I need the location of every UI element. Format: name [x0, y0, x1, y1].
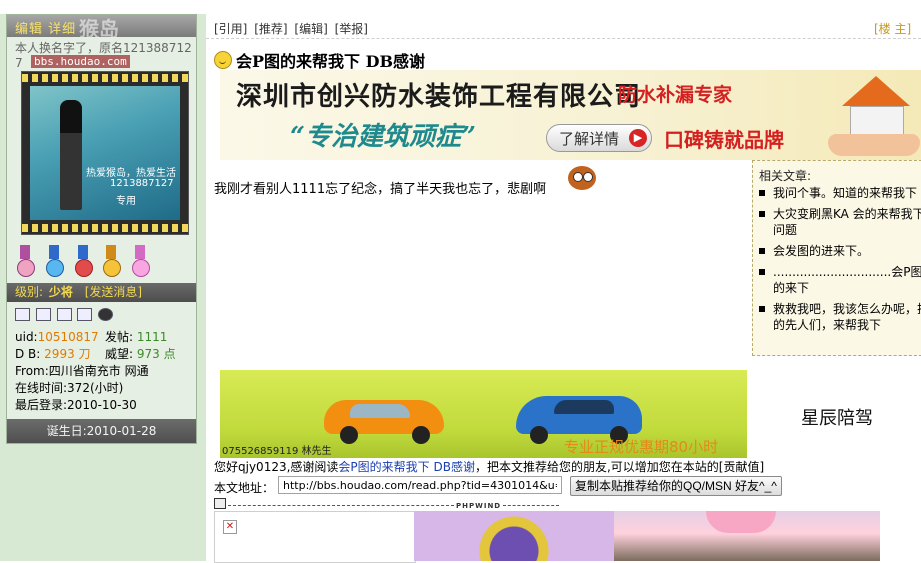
site-logo-watermark: 猴岛 — [79, 17, 119, 37]
signature-image-anime-2 — [614, 511, 880, 561]
medal-heart-icon[interactable] — [130, 245, 151, 277]
recommend-link[interactable]: [推荐] — [254, 22, 287, 36]
send-message-link[interactable]: [发送消息] — [85, 285, 142, 299]
site-watermark: bbs.houdao.com — [31, 55, 130, 68]
film-strip-decoration — [22, 224, 188, 232]
edit-link[interactable]: [编辑] — [294, 22, 327, 36]
online-time: 在线时间:372(小时) — [15, 381, 124, 395]
waterproofing-ad-banner[interactable]: 深圳市创兴防水装饰工程有限公司 防水补漏专家 “专治建筑顽症” 了解详情 ▶ 口碑… — [220, 70, 921, 160]
medal-blue-flower-icon[interactable] — [44, 245, 64, 277]
related-item[interactable]: 我问个事。知道的来帮我下 — [759, 185, 921, 201]
ad-promo: 专业正规优惠期80小时 — [564, 438, 719, 456]
qq-penguin-icon[interactable] — [98, 308, 114, 321]
smile-icon — [214, 51, 232, 69]
ad-contact: 075526859119 林先生 — [222, 446, 332, 457]
medal-list — [15, 245, 195, 279]
pencil-icon — [214, 498, 226, 509]
ad-brand-name: 星辰陪驾 — [801, 408, 873, 429]
share-message: 您好qjy0123,感谢阅读会P图的来帮我下 DB感谢，把本文推荐给您的朋友,可… — [214, 458, 764, 475]
user-stats: uid:10510817 发帖: 1111 D B: 2993 刀 威望: 97… — [15, 329, 195, 414]
share-prefix: 您好qjy0123,感谢阅读 — [214, 460, 339, 474]
last-login: 最后登录:2010-10-30 — [15, 398, 137, 412]
medal-bow-icon[interactable] — [15, 245, 35, 277]
ad-tagline: 防水补漏专家 — [618, 84, 733, 106]
house-in-hands-icon — [824, 72, 921, 158]
floor-label[interactable]: [楼 主] — [874, 20, 911, 37]
related-articles: 相关文章: 我问个事。知道的来帮我下 大灾变刷黑KA 会的来帮我下问题 会发图的… — [752, 160, 921, 356]
prestige-value: 973 点 — [136, 347, 176, 361]
post-title-text: 会P图的来帮我下 DB感谢 — [236, 52, 426, 71]
profile-card-icon[interactable] — [15, 308, 30, 321]
avatar-figure — [60, 100, 82, 210]
avatar-caption-id: 1213887127 — [110, 178, 174, 189]
broken-image-icon: ✕ — [223, 520, 237, 534]
avatar-caption: 热爱猴岛，热爱生活 — [86, 168, 176, 179]
db-value: 2993 刀 — [44, 347, 91, 361]
quote-link[interactable]: [引用] — [214, 22, 247, 36]
medal-red-icon[interactable] — [73, 245, 93, 277]
related-item[interactable]: 大灾变刷黑KA 会的来帮我下问题 — [759, 206, 921, 238]
user-card: 编辑 详细 猴岛 本人换名字了，原名1213887127 bbs.houdao.… — [6, 14, 197, 444]
share-suffix: ，把本文推荐给您的朋友,可以增加您在本站的[贡献值] — [474, 460, 765, 474]
signature-divider: PHPWIND — [214, 498, 564, 510]
prestige-label: 威望: — [105, 347, 134, 361]
rank-value: 少将 — [48, 285, 73, 299]
post-title: 会P图的来帮我下 DB感谢 — [214, 48, 425, 72]
post-body: 我刚才看别人1111忘了纪念，搞了半天我也忘了，悲剧啊 — [214, 182, 547, 197]
copy-recommend-button[interactable]: 复制本贴推荐给你的QQ/MSN 好友^_^ — [570, 476, 782, 496]
ad-slogan: “专治建筑顽症” — [290, 122, 476, 152]
signature-image-anime-1 — [414, 511, 614, 561]
related-item[interactable]: 救救我吧，我该怎么办呢，挂的先人们，来帮我下 — [759, 301, 921, 333]
add-friend-icon[interactable] — [56, 308, 72, 321]
uid-label: uid: — [15, 330, 38, 344]
mail-icon[interactable] — [77, 308, 93, 321]
post-action-links: [引用] [推荐] [编辑] [举报] — [214, 20, 371, 37]
report-link[interactable]: [举报] — [335, 22, 368, 36]
address-label: 本文地址： — [214, 481, 275, 495]
orange-car-image — [324, 382, 444, 444]
post-title-link[interactable]: 会P图的来帮我下 DB感谢 — [338, 460, 475, 474]
posts-label: 发帖: — [105, 330, 134, 344]
film-strip-decoration — [22, 74, 188, 82]
ad-quality-text: 口碑铸就品牌 — [664, 128, 784, 152]
post-main: [引用] [推荐] [编辑] [举报] [楼 主] 会P图的来帮我下 DB感谢 … — [206, 14, 921, 563]
rank-bar: 级别: 少将 [发送消息] — [7, 283, 196, 302]
medal-gold-icon[interactable] — [101, 245, 122, 277]
edit-detail-links[interactable]: 编辑 详细 — [15, 18, 76, 37]
play-arrow-icon: ▶ — [629, 129, 647, 147]
ad-company-name: 深圳市创兴防水装饰工程有限公司 — [236, 82, 642, 112]
learn-more-label: 了解详情 — [559, 130, 620, 148]
owl-emoticon-icon — [566, 160, 598, 192]
user-sidebar: 编辑 详细 猴岛 本人换名字了，原名1213887127 bbs.houdao.… — [0, 14, 206, 561]
phpwind-mark: PHPWIND — [456, 502, 502, 510]
uid-value: 10510817 — [37, 330, 99, 344]
rank-label: 级别: — [15, 285, 44, 299]
driving-school-ad-banner[interactable]: 075526859119 林先生 专业正规优惠期80小时 — [220, 370, 747, 458]
user-card-header: 编辑 详细 猴岛 — [7, 15, 196, 37]
user-tool-icons — [15, 308, 115, 324]
birthday-bar: 诞生日:2010-01-28 — [7, 419, 196, 443]
learn-more-button[interactable]: 了解详情 ▶ — [546, 124, 652, 152]
avatar-photo: 热爱猴岛，热爱生活 1213887127 专用 — [30, 86, 180, 220]
db-label: D B: — [15, 347, 41, 361]
post-url-field[interactable] — [278, 476, 562, 494]
related-list: 我问个事。知道的来帮我下 大灾变刷黑KA 会的来帮我下问题 会发图的进来下。 .… — [759, 185, 921, 338]
signature-broken-image: ✕ — [214, 511, 416, 563]
document-icon[interactable] — [35, 308, 51, 321]
related-title: 相关文章: — [759, 169, 812, 183]
avatar-caption-note: 专用 — [116, 196, 136, 207]
related-item[interactable]: ...............................会P图的来下 — [759, 264, 921, 296]
posts-value: 1111 — [136, 330, 168, 344]
user-from: From:四川省南充市 网通 — [15, 364, 149, 378]
avatar[interactable]: 热爱猴岛，热爱生活 1213887127 专用 — [21, 71, 189, 235]
related-item[interactable]: 会发图的进来下。 — [759, 243, 921, 259]
divider — [206, 38, 921, 39]
